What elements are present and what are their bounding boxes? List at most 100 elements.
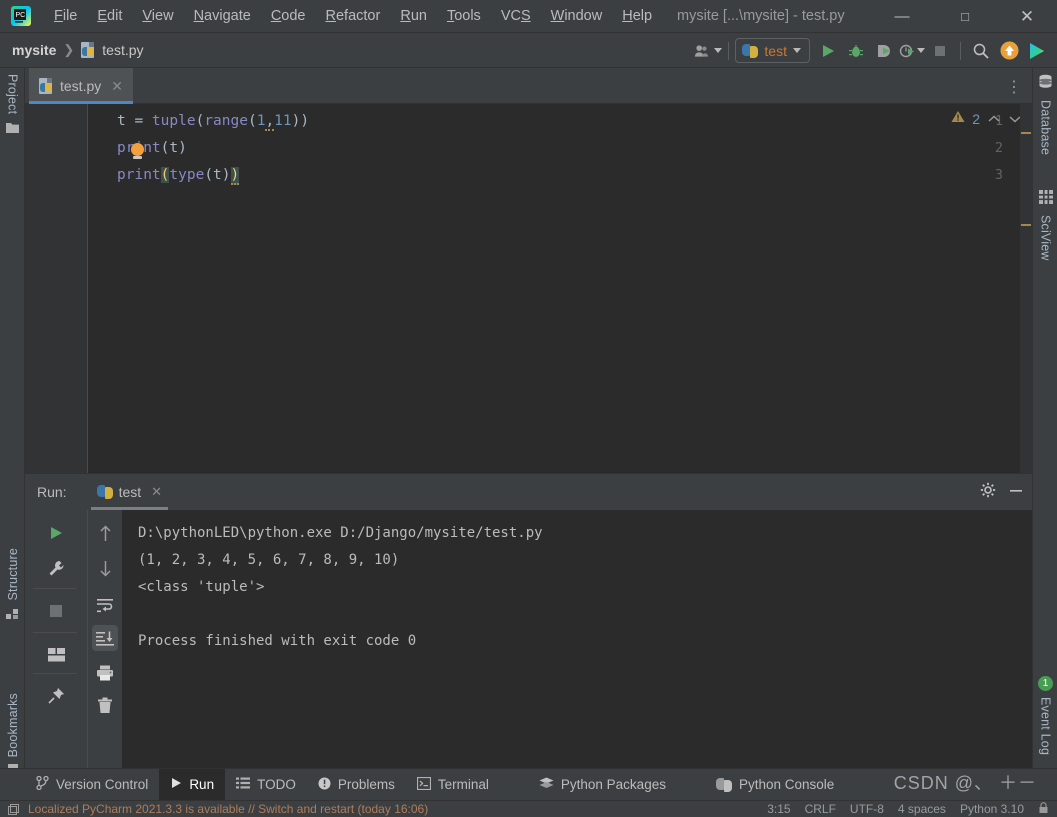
menu-item-view[interactable]: View [132, 6, 183, 26]
bottom-tab-python-console[interactable]: Python Console [705, 769, 845, 801]
sidebar-item-project[interactable]: Project [0, 74, 25, 139]
close-icon[interactable]: ✕ [151, 484, 162, 500]
menu-bar[interactable]: File Edit View Navigate Code Refactor Ru… [44, 6, 662, 26]
search-icon[interactable] [967, 38, 995, 64]
error-stripe-marker-bar[interactable] [1020, 104, 1032, 473]
pin-icon[interactable] [43, 682, 69, 708]
right-tool-strip: Database SciView 1 Event Log [1032, 68, 1057, 785]
stop-icon[interactable] [926, 38, 954, 64]
console-line: <class 'tuple'> [138, 579, 265, 595]
sidebar-item-structure[interactable]: Structure [0, 548, 25, 626]
warning-marker[interactable] [1021, 224, 1031, 226]
run-icon[interactable] [814, 38, 842, 64]
code-token-builtin-tuple: tuple [151, 113, 196, 129]
sidebar-item-bookmarks-label: Bookmarks [5, 693, 20, 758]
update-icon[interactable] [995, 38, 1023, 64]
menu-item-file[interactable]: File [44, 6, 87, 26]
maximize-button[interactable]: □ [943, 0, 987, 33]
breadcrumb-project[interactable]: mysite [12, 42, 56, 58]
chevron-up-icon[interactable] [987, 112, 1001, 127]
menu-item-edit[interactable]: Edit [87, 6, 132, 26]
bottom-tab-python-packages[interactable]: Python Packages [528, 769, 677, 801]
menu-item-help[interactable]: Help [612, 6, 662, 26]
run-console-output[interactable]: D:\pythonLED\python.exe D:/Django/mysite… [122, 510, 1032, 776]
line-separator[interactable]: CRLF [805, 802, 836, 816]
arrow-up-icon[interactable] [92, 520, 118, 546]
coverage-icon[interactable] [870, 38, 898, 64]
toolbar-divider [728, 41, 730, 60]
run-configuration-selector[interactable]: test [735, 38, 810, 63]
pycharm-logo-icon: PC [10, 5, 32, 27]
menu-item-window[interactable]: Window [541, 6, 613, 26]
bottom-tab-label: TODO [257, 777, 296, 792]
user-avatar-icon[interactable] [694, 38, 723, 64]
file-encoding[interactable]: UTF-8 [850, 802, 884, 816]
scroll-to-end-icon[interactable] [92, 625, 118, 651]
soft-wrap-icon[interactable] [92, 592, 118, 618]
run-tab-test[interactable]: test ✕ [90, 474, 169, 510]
arrow-down-icon[interactable] [92, 555, 118, 581]
menu-item-tools[interactable]: Tools [437, 6, 491, 26]
debug-icon[interactable] [842, 38, 870, 64]
code-token: )) [291, 113, 310, 129]
close-button[interactable]: ✕ [1005, 0, 1049, 33]
run-console-toolbar [87, 510, 122, 776]
print-icon[interactable] [92, 660, 118, 686]
editor-options-icon[interactable]: ⋮ [1006, 77, 1022, 97]
gear-icon[interactable] [980, 482, 996, 503]
python-icon [715, 777, 732, 793]
breadcrumb[interactable]: mysite ❯ test.py [12, 42, 144, 58]
bottom-tab-label: Terminal [437, 777, 489, 792]
menu-item-refactor[interactable]: Refactor [316, 6, 391, 26]
caret-position[interactable]: 3:15 [767, 802, 790, 816]
stop-icon[interactable] [43, 598, 69, 624]
database-icon [1038, 74, 1053, 94]
bottom-tab-run[interactable]: Run [159, 768, 226, 801]
sidebar-item-database[interactable]: Database [1033, 74, 1057, 155]
intention-bulb-icon[interactable] [131, 143, 144, 156]
gradient-icon[interactable] [1023, 38, 1051, 64]
menu-item-vcs[interactable]: VCS [491, 6, 541, 26]
code-editor[interactable]: 1 2 3 t = tuple(range(1,11)) print(t) pr… [25, 104, 1032, 473]
rerun-icon[interactable] [43, 520, 69, 546]
folder-icon [5, 121, 20, 139]
menu-item-navigate[interactable]: Navigate [184, 6, 261, 26]
structure-icon [5, 608, 20, 626]
wrench-icon[interactable] [43, 555, 69, 581]
python-interpreter[interactable]: Python 3.10 [960, 802, 1024, 816]
packages-icon [539, 777, 554, 793]
code-token-comma-warning: , [265, 113, 275, 131]
editor-tab-test-py[interactable]: test.py ✕ [29, 68, 133, 104]
sidebar-item-event-log-label: Event Log [1038, 697, 1053, 756]
run-window-actions [980, 482, 1024, 503]
bottom-tab-terminal[interactable]: Terminal [406, 769, 500, 801]
close-icon[interactable]: ✕ [111, 78, 123, 95]
menu-file-rest: ile [62, 8, 78, 24]
menu-item-code[interactable]: Code [261, 6, 316, 26]
branch-icon [36, 775, 49, 793]
bottom-tab-label: Run [189, 777, 215, 792]
sidebar-item-event-log[interactable]: 1 Event Log [1033, 676, 1057, 755]
bottom-tab-problems[interactable]: Problems [307, 769, 406, 801]
inspection-widget[interactable]: 2 [951, 110, 1022, 128]
minimize-icon[interactable] [1008, 482, 1024, 503]
layout-icon[interactable] [43, 642, 69, 668]
profile-icon[interactable] [898, 38, 926, 64]
warning-marker[interactable] [1021, 132, 1031, 134]
bottom-tab-todo[interactable]: TODO [225, 769, 307, 801]
status-message[interactable]: Localized PyCharm 2021.3.3 is available … [28, 802, 428, 816]
indent-setting[interactable]: 4 spaces [898, 802, 946, 816]
left-tool-strip: Project Structure Bookmarks [0, 68, 25, 785]
minimize-button[interactable]: — [880, 0, 924, 33]
menu-item-run[interactable]: Run [390, 6, 437, 26]
main-toolbar-actions: test [694, 33, 1051, 68]
lock-icon[interactable] [1038, 801, 1049, 817]
sidebar-item-sciview[interactable]: SciView [1033, 190, 1057, 261]
grid-icon [1038, 190, 1053, 209]
editor-tab-bar: test.py ✕ ⋮ [25, 68, 1032, 104]
bottom-tab-version-control[interactable]: Version Control [25, 769, 159, 801]
trash-icon[interactable] [92, 692, 118, 718]
notification-icon[interactable] [8, 803, 19, 815]
breadcrumb-file[interactable]: test.py [102, 42, 143, 58]
